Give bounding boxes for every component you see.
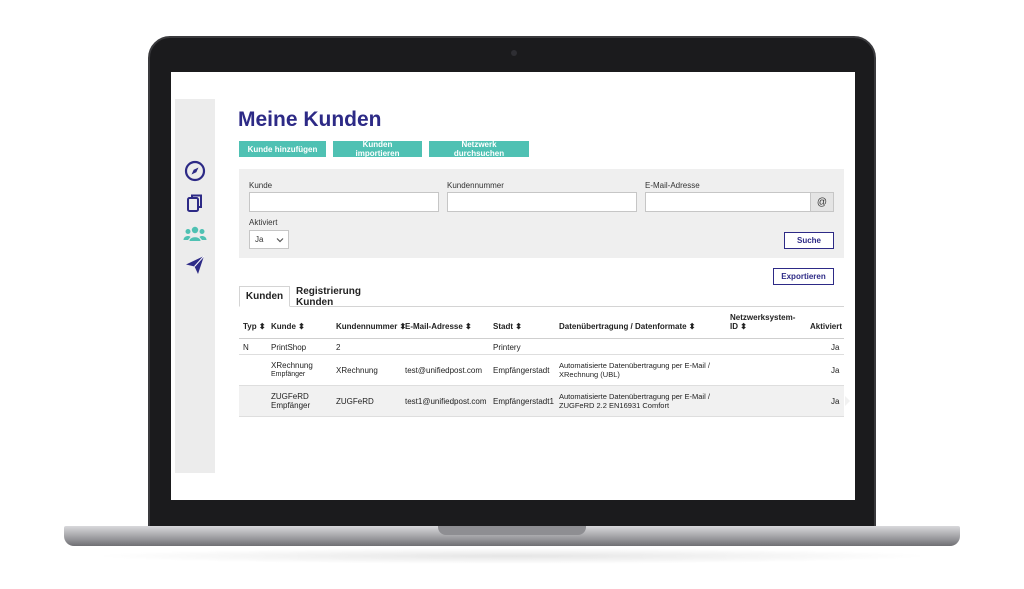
webcam	[511, 50, 517, 56]
active-label: Aktiviert	[249, 218, 278, 227]
customer-number-input[interactable]	[447, 192, 637, 212]
import-customers-button[interactable]: Kunden importieren	[333, 140, 422, 158]
cell-kunde-sub: Empfänger	[271, 401, 311, 410]
table-row[interactable]: XRechnung Empfänger XRechnung test@unifi…	[239, 355, 844, 386]
row-pointer-icon	[845, 396, 850, 406]
customer-label: Kunde	[249, 181, 273, 190]
cell-aktiviert: Ja	[831, 397, 840, 406]
cell-aktiviert: Ja	[831, 343, 840, 352]
cell-daten: Automatisierte Datenübertragung per E-Ma…	[559, 361, 710, 370]
laptop-mockup: Meine Kunden Kunde hinzufügen Kunden imp…	[0, 0, 1024, 589]
column-header-email[interactable]: E-Mail-Adresse ⬍	[405, 322, 472, 331]
column-header-kundennummer[interactable]: Kundennummer ⬍	[336, 322, 406, 331]
email-input[interactable]	[645, 192, 811, 212]
column-header-datenuebertragung[interactable]: Datenübertragung / Datenformate ⬍	[559, 322, 696, 331]
sidebar	[175, 99, 215, 473]
customer-input[interactable]	[249, 192, 439, 212]
column-header-netzwerksystem[interactable]: Netzwerksystem-	[730, 313, 795, 322]
cell-kunde: PrintShop	[271, 343, 307, 352]
cell-kunde: ZUGFeRD	[271, 392, 309, 401]
cell-daten: Automatisierte Datenübertragung per E-Ma…	[559, 392, 710, 401]
cell-stadt: Empfängerstadt1	[493, 397, 554, 406]
column-header-netzwerksystem-id[interactable]: ID ⬍	[730, 322, 747, 331]
laptop-notch	[438, 526, 586, 535]
users-icon[interactable]	[182, 221, 208, 247]
active-select-value: Ja	[255, 235, 264, 244]
cell-typ: N	[243, 343, 249, 352]
search-network-button[interactable]: Netzwerk durchsuchen	[429, 140, 529, 158]
cell-daten-sub: ZUGFeRD 2.2 EN16931 Comfort	[559, 401, 670, 410]
cell-kunde: XRechnung	[271, 361, 313, 370]
column-header-aktiviert[interactable]: Aktiviert	[810, 322, 842, 331]
email-at-button[interactable]: @	[810, 192, 834, 212]
customers-table: Typ ⬍ Kunde ⬍ Kundennummer ⬍ E-Mail-Adre…	[239, 309, 850, 417]
tab-registrierung-kunden[interactable]: Registrierung Kunden	[296, 286, 396, 308]
add-customer-button[interactable]: Kunde hinzufügen	[239, 141, 326, 157]
page-title: Meine Kunden	[238, 108, 382, 131]
cell-stadt: Empfängerstadt	[493, 366, 550, 375]
customer-number-label: Kundennummer	[447, 181, 504, 190]
email-label: E-Mail-Adresse	[645, 181, 700, 190]
search-button[interactable]: Suche	[784, 232, 834, 249]
active-select[interactable]: Ja	[249, 230, 289, 249]
export-button[interactable]: Exportieren	[773, 268, 834, 285]
cell-kundennummer: ZUGFeRD	[336, 397, 374, 406]
cell-email: test1@unifiedpost.com	[405, 397, 487, 406]
table-row[interactable]: ZUGFeRD Empfänger ZUGFeRD test1@unifiedp…	[239, 386, 850, 417]
action-bar: Kunde hinzufügen Kunden importieren Netz…	[239, 140, 529, 158]
paper-plane-icon[interactable]	[182, 252, 208, 278]
column-header-typ[interactable]: Typ ⬍	[243, 322, 266, 331]
app-screen: Meine Kunden Kunde hinzufügen Kunden imp…	[171, 72, 855, 500]
cell-kundennummer: 2	[336, 343, 341, 352]
tab-kunden[interactable]: Kunden	[239, 286, 290, 307]
laptop-shadow	[90, 548, 934, 564]
cell-email: test@unifiedpost.com	[405, 366, 483, 375]
cell-daten-sub: XRechnung (UBL)	[559, 370, 620, 379]
cell-aktiviert: Ja	[831, 366, 840, 375]
column-header-kunde[interactable]: Kunde ⬍	[271, 322, 305, 331]
compass-icon[interactable]	[182, 158, 208, 184]
filter-panel: Kunde Kundennummer E-Mail-Adresse @ Akti…	[239, 169, 844, 258]
chevron-down-icon	[276, 237, 284, 242]
cell-kunde-sub: Empfänger	[271, 371, 306, 378]
column-header-stadt[interactable]: Stadt ⬍	[493, 322, 522, 331]
copy-documents-icon[interactable]	[182, 190, 208, 216]
cell-kundennummer: XRechnung	[336, 366, 378, 375]
tab-bar: Kunden Registrierung Kunden	[239, 286, 844, 308]
table-header: Typ ⬍ Kunde ⬍ Kundennummer ⬍ E-Mail-Adre…	[239, 309, 844, 339]
table-row[interactable]: N PrintShop 2 Printery Ja	[239, 339, 844, 355]
cell-stadt: Printery	[493, 343, 521, 352]
